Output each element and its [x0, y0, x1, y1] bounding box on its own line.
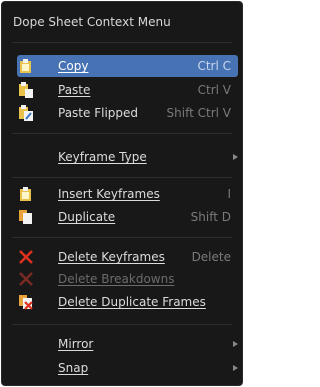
menu-separator — [12, 237, 232, 238]
copy-icon — [18, 58, 34, 74]
menu-item-mirror[interactable]: Mirror — [17, 333, 238, 355]
menu-item-shortcut: Ctrl V — [197, 83, 231, 97]
menu-item-insert-keyframes[interactable]: Insert Keyframes I — [17, 183, 238, 205]
paste-flipped-icon — [18, 105, 34, 121]
menu-item-label: Snap — [58, 361, 89, 375]
menu-item-shortcut: Delete — [191, 250, 231, 264]
menu-item-label: Mirror — [58, 337, 94, 351]
menu-item-shortcut: Ctrl C — [197, 59, 231, 73]
menu-item-paste[interactable]: Paste Ctrl V — [17, 79, 238, 101]
menu-item-snap[interactable]: Snap — [17, 357, 238, 379]
menu-item-label: Insert Keyframes — [58, 187, 160, 201]
dope-sheet-context-menu: Dope Sheet Context Menu Copy Ctrl C Past… — [1, 1, 243, 386]
menu-item-shortcut: I — [227, 187, 231, 201]
menu-item-delete-duplicate-frames[interactable]: Delete Duplicate Frames — [17, 291, 238, 313]
menu-item-delete-breakdowns: Delete Breakdowns — [17, 268, 238, 290]
menu-item-paste-flipped[interactable]: Paste Flipped Shift Ctrl V — [17, 102, 238, 124]
menu-item-copy[interactable]: Copy Ctrl C — [17, 55, 238, 77]
menu-item-label: Delete Breakdowns — [58, 272, 175, 286]
menu-separator — [12, 133, 232, 134]
submenu-arrow-icon — [233, 365, 238, 371]
menu-item-label: Delete Duplicate Frames — [58, 295, 206, 309]
menu-item-duplicate[interactable]: Duplicate Shift D — [17, 206, 238, 228]
submenu-arrow-icon — [233, 154, 238, 160]
menu-item-label: Duplicate — [58, 210, 116, 224]
menu-title: Dope Sheet Context Menu — [13, 15, 171, 29]
menu-separator — [12, 324, 232, 325]
menu-item-keyframe-type[interactable]: Keyframe Type — [17, 146, 238, 168]
menu-separator — [12, 177, 232, 178]
menu-item-delete-keyframes[interactable]: Delete Keyframes Delete — [17, 246, 238, 268]
delete-x-icon — [18, 271, 34, 287]
menu-item-label: Paste — [58, 83, 91, 97]
delete-x-icon — [18, 249, 34, 265]
menu-item-label: Copy — [58, 59, 89, 73]
insert-keyframes-icon — [18, 186, 34, 202]
menu-separator — [12, 42, 232, 43]
menu-item-label: Paste Flipped — [58, 106, 139, 120]
delete-duplicate-icon — [18, 294, 34, 310]
menu-item-shortcut: Shift D — [190, 210, 231, 224]
menu-item-label: Delete Keyframes — [58, 250, 165, 264]
menu-item-label: Keyframe Type — [58, 150, 147, 164]
paste-icon — [18, 82, 34, 98]
submenu-arrow-icon — [233, 341, 238, 347]
duplicate-icon — [18, 209, 34, 225]
menu-item-shortcut: Shift Ctrl V — [166, 106, 231, 120]
